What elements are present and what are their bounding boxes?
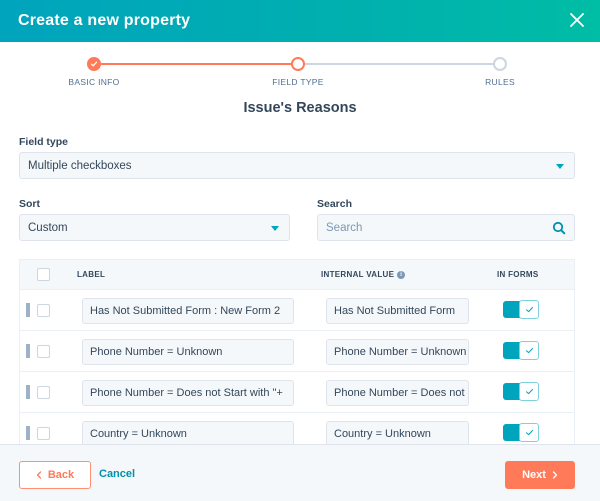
in-forms-toggle[interactable] — [503, 300, 539, 319]
check-icon — [525, 307, 533, 313]
close-icon — [570, 13, 584, 27]
check-icon — [525, 348, 533, 354]
modal-footer: Back Cancel Next — [0, 444, 600, 501]
modal-title: Create a new property — [18, 12, 191, 29]
next-button-label: Next — [522, 469, 546, 481]
option-internal-value-input[interactable]: Country = Unknown — [326, 421, 469, 444]
table-header: LABEL INTERNAL VALUE i IN FORMS — [20, 260, 574, 290]
column-header-internal-value-text: INTERNAL VALUE — [321, 270, 395, 279]
check-icon — [525, 389, 533, 395]
option-internal-value-input[interactable]: Phone Number = Unknown — [326, 339, 469, 365]
option-label-input[interactable]: Country = Unknown — [82, 421, 294, 444]
section-title: Issue's Reasons — [243, 100, 357, 116]
table-row: Country = Unknown Country = Unknown — [20, 413, 574, 444]
back-button-label: Back — [47, 469, 75, 481]
step-progress-line-completed — [94, 63, 298, 65]
in-forms-toggle[interactable] — [503, 382, 539, 401]
row-checkbox[interactable] — [37, 304, 50, 317]
drag-handle-icon[interactable] — [26, 385, 30, 399]
search-icon[interactable] — [552, 221, 566, 235]
option-label-input[interactable]: Has Not Submitted Form : New Form 2 — [82, 298, 294, 324]
step-basic-info-label: BASIC INFO — [68, 77, 120, 87]
step-indicator: BASIC INFO FIELD TYPE RULES — [0, 55, 600, 95]
select-all-checkbox[interactable] — [37, 268, 50, 281]
modal-header: Create a new property — [0, 0, 600, 42]
back-button[interactable]: Back — [19, 461, 91, 489]
step-field-type-dot — [291, 57, 305, 71]
info-icon[interactable]: i — [397, 270, 406, 279]
drag-handle-icon[interactable] — [26, 426, 30, 440]
chevron-left-icon — [36, 471, 41, 479]
field-type-label: Field type — [19, 136, 69, 148]
field-type-value: Multiple checkboxes — [28, 159, 132, 172]
drag-handle-icon[interactable] — [26, 303, 30, 317]
column-header-internal-value: INTERNAL VALUE i — [321, 270, 406, 279]
caret-down-icon — [556, 164, 564, 169]
step-rules-label: RULES — [485, 77, 515, 87]
column-header-in-forms: IN FORMS — [497, 270, 539, 279]
table-row: Phone Number = Does not Start with "+ Ph… — [20, 372, 574, 413]
toggle-knob — [519, 300, 539, 319]
option-label-input[interactable]: Phone Number = Does not Start with "+ — [82, 380, 294, 406]
option-label-input[interactable]: Phone Number = Unknown — [82, 339, 294, 365]
row-checkbox[interactable] — [37, 386, 50, 399]
row-checkbox[interactable] — [37, 427, 50, 440]
options-table: LABEL INTERNAL VALUE i IN FORMS Has Not S… — [19, 259, 575, 444]
table-row: Has Not Submitted Form : New Form 2 Has … — [20, 290, 574, 331]
check-icon — [525, 430, 533, 436]
step-rules-dot — [493, 57, 507, 71]
toggle-knob — [519, 423, 539, 442]
search-placeholder: Search — [326, 221, 363, 234]
sort-select[interactable]: Custom — [19, 214, 290, 241]
next-button[interactable]: Next — [505, 461, 575, 489]
sort-value: Custom — [28, 221, 68, 234]
close-button[interactable] — [566, 9, 588, 31]
toggle-knob — [519, 341, 539, 360]
cancel-button[interactable]: Cancel — [99, 468, 135, 480]
step-progress-line-pending — [298, 63, 500, 65]
option-internal-value-input[interactable]: Phone Number = Does not — [326, 380, 469, 406]
caret-down-icon — [271, 226, 279, 231]
toggle-knob — [519, 382, 539, 401]
search-input[interactable]: Search — [317, 214, 575, 241]
in-forms-toggle[interactable] — [503, 423, 539, 442]
in-forms-toggle[interactable] — [503, 341, 539, 360]
row-checkbox[interactable] — [37, 345, 50, 358]
sort-label: Sort — [19, 198, 40, 210]
column-header-label: LABEL — [77, 270, 106, 279]
step-field-type-label: FIELD TYPE — [272, 77, 324, 87]
step-basic-info-dot — [87, 57, 101, 71]
drag-handle-icon[interactable] — [26, 344, 30, 358]
option-internal-value-input[interactable]: Has Not Submitted Form — [326, 298, 469, 324]
table-row: Phone Number = Unknown Phone Number = Un… — [20, 331, 574, 372]
chevron-right-icon — [552, 471, 558, 479]
search-label: Search — [317, 198, 353, 210]
field-type-select[interactable]: Multiple checkboxes — [19, 152, 575, 179]
check-icon — [90, 61, 98, 67]
